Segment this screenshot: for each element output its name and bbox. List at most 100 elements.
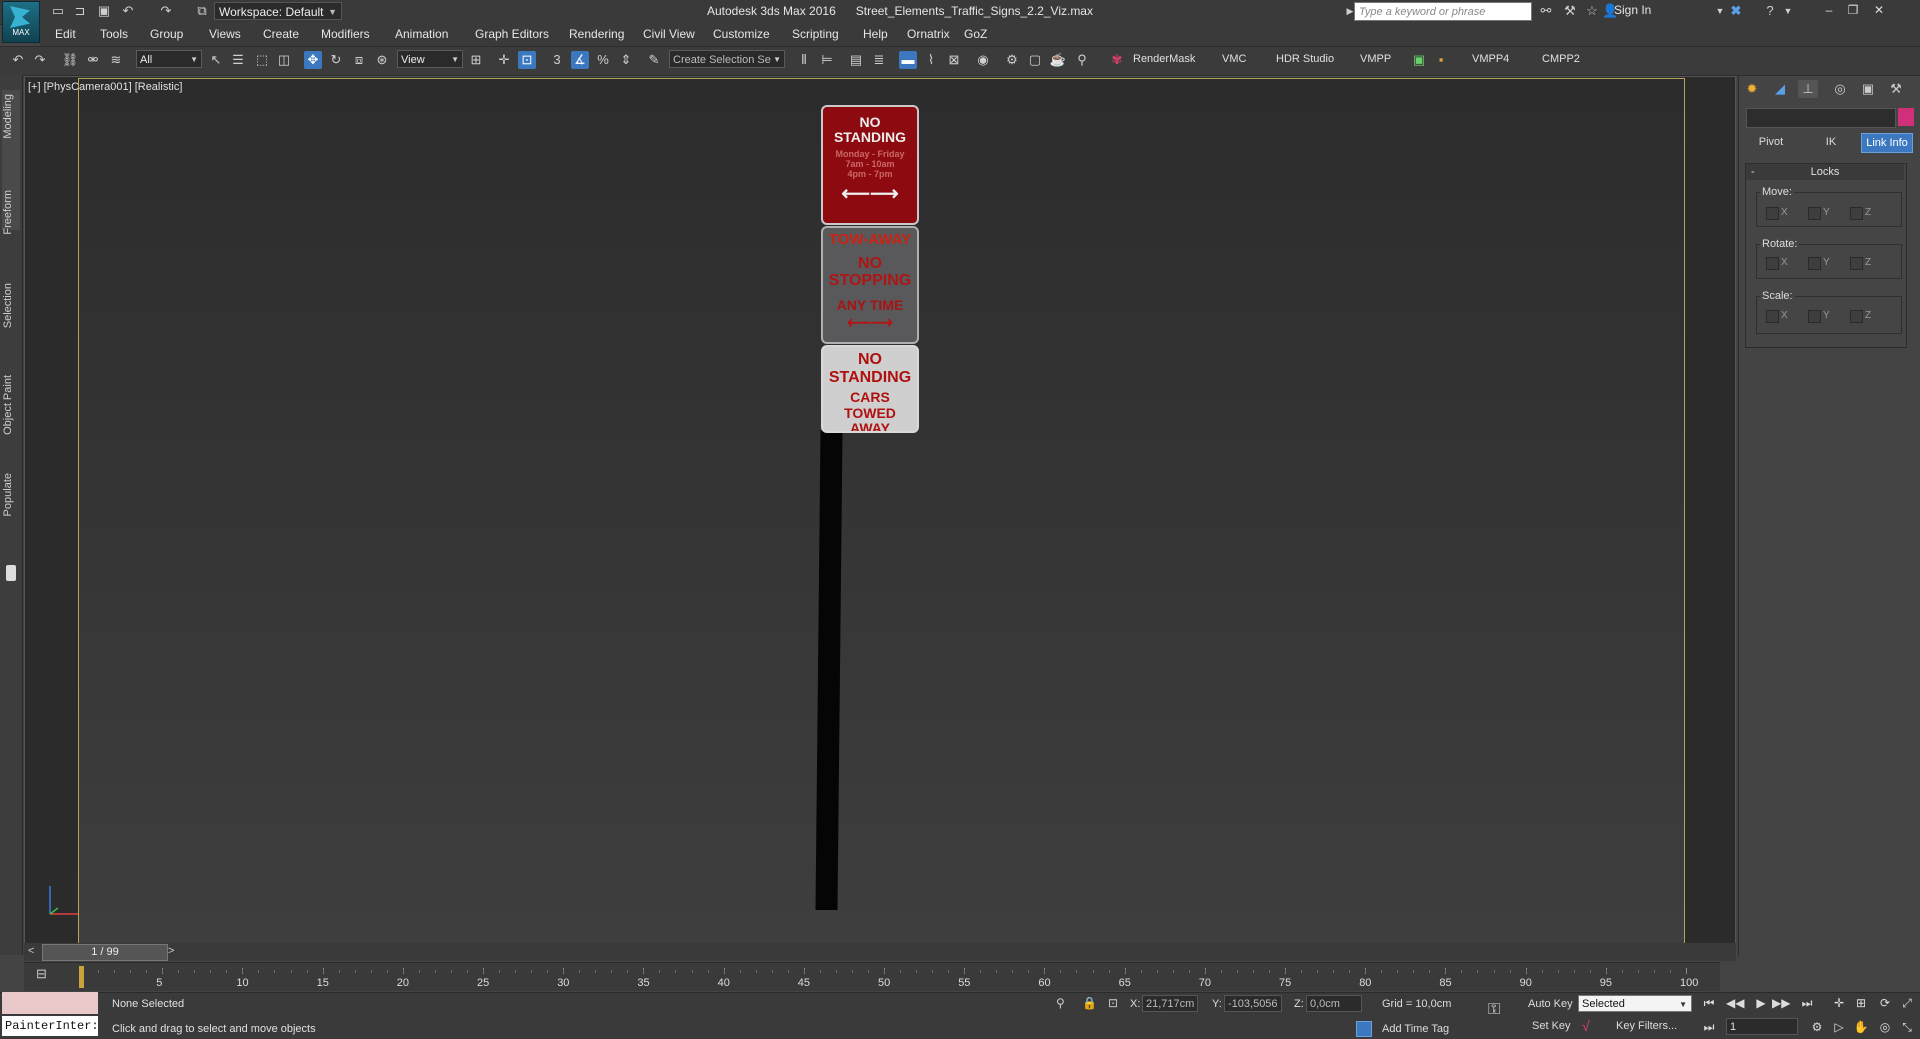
binoculars-icon[interactable]: ⚯ [1538, 3, 1554, 19]
display-tab-icon[interactable]: ▣ [1858, 80, 1878, 98]
select-by-name-icon[interactable]: ☰ [229, 51, 247, 69]
z-coord-input[interactable]: 0,0cm [1306, 995, 1362, 1012]
time-prev-icon[interactable]: < [28, 945, 34, 957]
schematic-view-icon[interactable]: ⊠ [945, 51, 963, 69]
named-selection-set-dropdown[interactable]: Create Selection Se ▼ [669, 50, 785, 68]
menu-rendering[interactable]: Rendering [569, 27, 624, 41]
close-icon[interactable]: ✕ [1868, 2, 1890, 18]
menu-customize[interactable]: Customize [713, 27, 770, 41]
menu-goz[interactable]: GoZ [964, 27, 987, 41]
create-tab-icon[interactable]: ✹ [1742, 80, 1762, 98]
move-lock-y-checkbox[interactable] [1808, 207, 1821, 220]
spinner-snap-icon[interactable]: ⇕ [617, 51, 635, 69]
percent-snap-icon[interactable]: % [594, 51, 612, 69]
unlink-icon[interactable]: ⚮ [84, 51, 102, 69]
menu-graph-editors[interactable]: Graph Editors [475, 27, 549, 41]
play-icon[interactable]: ▶ [1752, 994, 1770, 1012]
snaps-toggle-icon[interactable]: 3 [548, 51, 566, 69]
set-key-button[interactable]: Set Key [1532, 1020, 1571, 1032]
maxscript-listener-input[interactable]: PainterInter: [2, 1016, 99, 1036]
absolute-mode-icon[interactable]: ⊡ [1108, 996, 1118, 1010]
select-and-scale-icon[interactable]: ⧈ [350, 51, 368, 69]
go-to-start-icon[interactable]: ⏮ [1700, 994, 1718, 1012]
undo-icon[interactable]: ↶ [120, 3, 136, 19]
modify-tab-icon[interactable]: ◢ [1770, 80, 1790, 98]
rendermask-button[interactable]: RenderMask [1133, 53, 1195, 65]
vmpp-button[interactable]: VMPP [1360, 53, 1391, 65]
field-of-view-icon[interactable]: ▷ [1830, 1018, 1848, 1036]
object-name-field[interactable] [1746, 108, 1896, 128]
orbit-icon[interactable]: ⟳ [1876, 994, 1894, 1012]
previous-frame-icon[interactable]: ◀◀ [1726, 994, 1744, 1012]
mirror-icon[interactable]: ⫴ [795, 51, 813, 69]
object-color-swatch[interactable] [1898, 108, 1914, 126]
menu-modifiers[interactable]: Modifiers [321, 27, 370, 41]
subscription-icon[interactable]: ⚒ [1562, 3, 1578, 19]
isolate-pin-icon[interactable]: ⚲ [1056, 996, 1065, 1010]
utilities-tab-icon[interactable]: ⚒ [1886, 80, 1906, 98]
favorites-star-icon[interactable]: ☆ [1584, 3, 1600, 19]
curve-editor-icon[interactable]: ⌇ [922, 51, 940, 69]
menu-civil-view[interactable]: Civil View [643, 27, 695, 41]
keyboard-shortcut-override-icon[interactable]: ⊡ [518, 51, 536, 69]
hdr-studio-button[interactable]: HDR Studio [1276, 53, 1334, 65]
exchange-icon[interactable]: ✖ [1728, 3, 1744, 19]
app-logo-button[interactable]: MAX [2, 1, 40, 43]
tab-modeling[interactable]: Modeling [2, 94, 20, 139]
layer-explorer-icon[interactable]: ≣ [870, 51, 888, 69]
auto-key-button[interactable]: Auto Key [1528, 998, 1573, 1010]
select-and-move-icon[interactable]: ✥ [304, 51, 322, 69]
open-file-icon[interactable]: ⊐ [72, 3, 88, 19]
rotate-lock-y-checkbox[interactable] [1808, 257, 1821, 270]
time-marker[interactable] [79, 966, 84, 988]
time-slider-thumb[interactable]: 1 / 99 [42, 944, 168, 961]
next-frame-icon[interactable]: ▶▶ [1772, 994, 1790, 1012]
menu-help[interactable]: Help [863, 27, 888, 41]
align-icon[interactable]: ⊨ [818, 51, 836, 69]
menu-scripting[interactable]: Scripting [792, 27, 839, 41]
cmpp2-button[interactable]: CMPP2 [1542, 53, 1580, 65]
material-editor-icon[interactable]: ◉ [974, 51, 992, 69]
ik-button[interactable]: IK [1808, 133, 1854, 151]
set-keys-key-icon[interactable]: ⚿ [1488, 1002, 1516, 1018]
new-file-icon[interactable]: ▭ [50, 3, 66, 19]
sign-in-button[interactable]: Sign In [1614, 3, 1651, 17]
menu-views[interactable]: Views [209, 27, 241, 41]
save-file-icon[interactable]: ▣ [96, 3, 112, 19]
go-to-end-icon[interactable]: ⏭ [1798, 994, 1816, 1012]
bind-spacewarp-icon[interactable]: ≋ [107, 51, 125, 69]
menu-tools[interactable]: Tools [100, 27, 128, 41]
no-standing-weekday-sign[interactable]: NO STANDING Monday - Friday 7am - 10am 4… [821, 105, 919, 225]
tab-freeform[interactable]: Freeform [2, 190, 20, 235]
menu-animation[interactable]: Animation [395, 27, 448, 41]
scale-lock-y-checkbox[interactable] [1808, 310, 1821, 323]
viewport-label[interactable]: [+] [PhysCamera001] [Realistic] [28, 81, 182, 93]
pivot-button[interactable]: Pivot [1748, 133, 1794, 151]
select-manipulate-icon[interactable]: ✛ [495, 51, 513, 69]
menu-group[interactable]: Group [150, 27, 183, 41]
time-configuration-icon[interactable]: ⚙ [1808, 1018, 1826, 1036]
project-folder-icon[interactable]: ⧉ [194, 3, 210, 19]
undo-icon[interactable]: ↶ [9, 51, 27, 69]
chevron-down-icon[interactable]: ▼ [1780, 3, 1796, 19]
move-lock-x-checkbox[interactable] [1766, 207, 1779, 220]
plugin-image-icon[interactable]: ▣ [1410, 51, 1428, 69]
link-icon[interactable]: ⛓ [61, 51, 79, 69]
select-and-place-icon[interactable]: ⊛ [373, 51, 391, 69]
ribbon-toggle-icon[interactable] [6, 565, 16, 581]
maxscript-listener-output[interactable] [2, 992, 98, 1014]
scale-lock-z-checkbox[interactable] [1850, 310, 1863, 323]
hierarchy-tab-icon[interactable]: ⊥ [1798, 80, 1818, 98]
maximize-toggle-icon[interactable]: ⤡ [1898, 1018, 1916, 1036]
add-time-tag-button[interactable]: Add Time Tag [1382, 1023, 1449, 1035]
workspace-dropdown[interactable]: Workspace: Default ▼ [214, 2, 342, 20]
help-icon[interactable]: ? [1762, 3, 1778, 19]
pan-icon[interactable]: ✋ [1852, 1018, 1870, 1036]
key-mode-toggle-icon[interactable]: ⏭ [1700, 1018, 1718, 1036]
locks-rollout-header[interactable]: - Locks [1746, 164, 1904, 180]
minimize-icon[interactable]: ‒ [1818, 2, 1840, 18]
rendered-frame-window-icon[interactable]: ▢ [1026, 51, 1044, 69]
link-info-button[interactable]: Link Info [1861, 133, 1913, 153]
rotate-lock-z-checkbox[interactable] [1850, 257, 1863, 270]
render-setup-icon[interactable]: ⚙ [1003, 51, 1021, 69]
